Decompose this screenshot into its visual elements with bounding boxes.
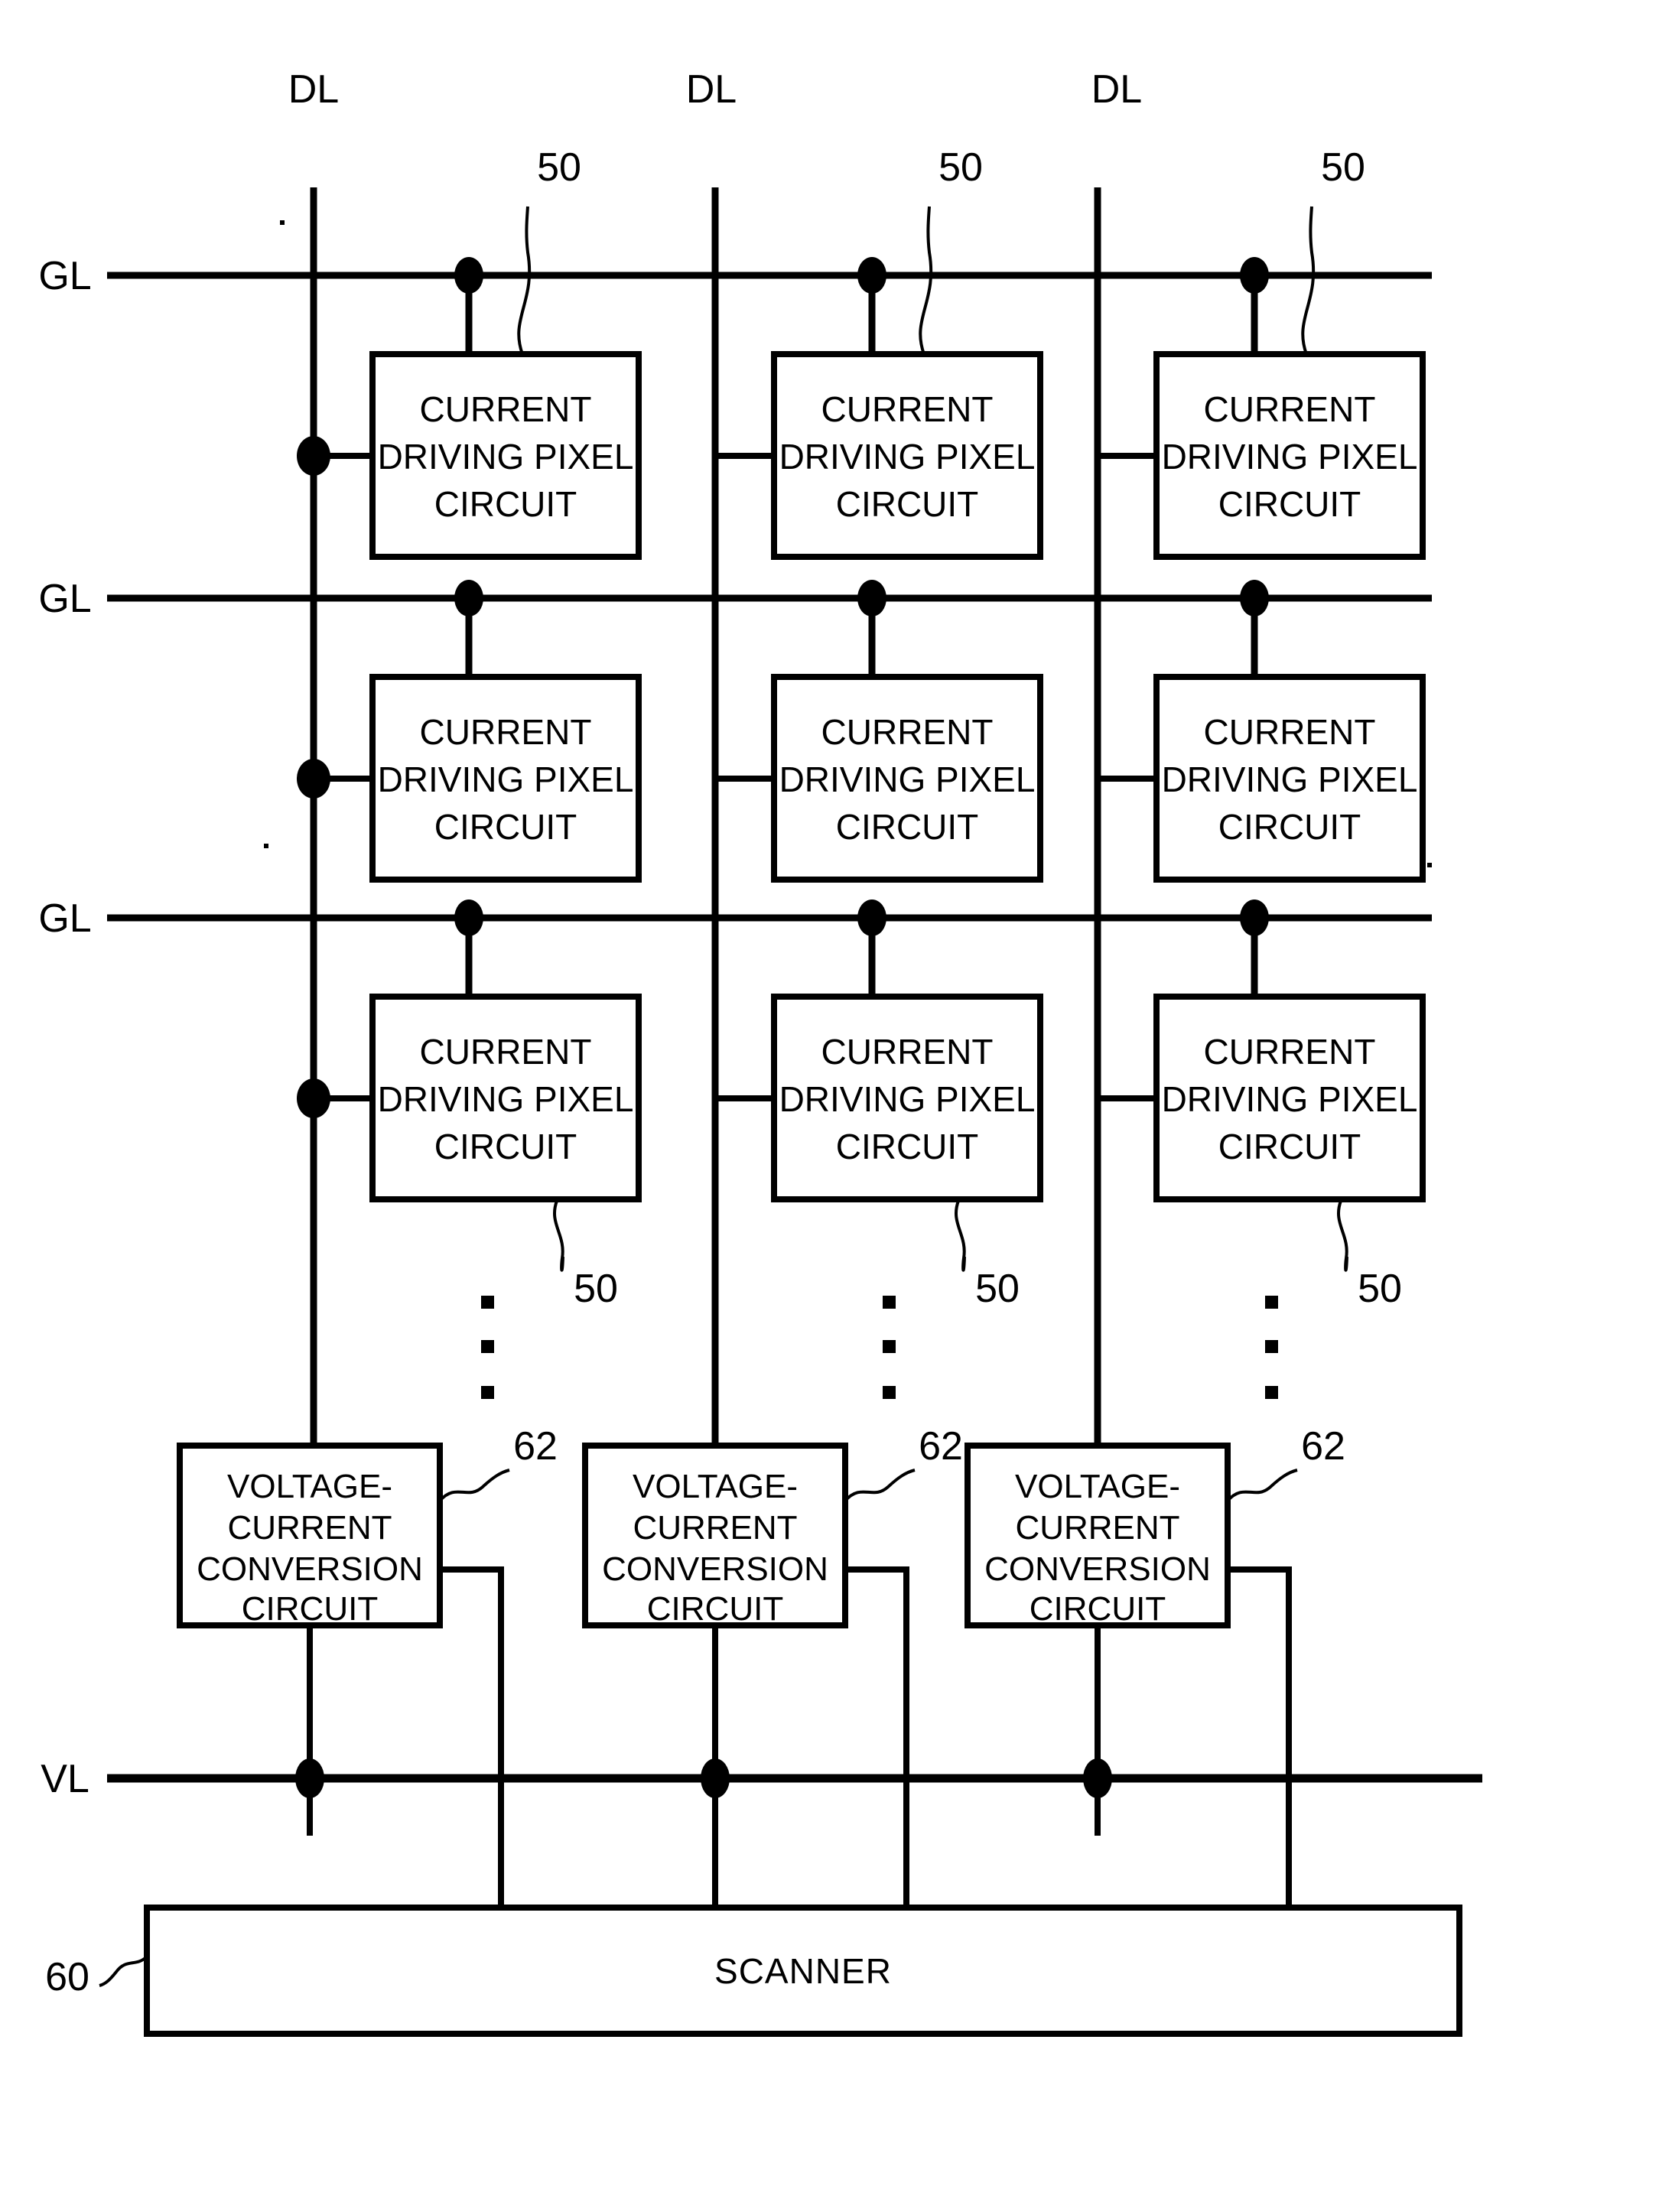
converter-line3: CONVERSION [197,1550,423,1588]
junction-dot-dl-r2-c0 [297,1078,330,1118]
junction-dot-gate-r1-c1 [857,580,886,616]
pixel-circuit-line3: CIRCUIT [1218,807,1361,847]
figure-canvas: DL DL DL GL GL GL CURRENT DRIVING PIXEL … [0,0,1672,2212]
junction-dot-gate-r0-c2 [1240,257,1269,294]
pixel-circuit-line3: CIRCUIT [434,807,577,847]
pixel-circuit-line1: CURRENT [420,389,592,429]
ref-label-62-c2: 62 [1301,1424,1345,1469]
ellipsis-dot-c2-3 [1265,1386,1278,1399]
pixel-circuit-line2: DRIVING PIXEL [779,760,1036,799]
pixel-circuit-r2-c0[interactable]: CURRENT DRIVING PIXEL CIRCUIT [369,994,642,1202]
junction-dot-gate-r2-c0 [454,899,483,936]
scan-artifact-dot-mid [264,844,268,848]
pixel-circuit-line2: DRIVING PIXEL [779,1079,1036,1119]
pixel-circuit-r2-c1[interactable]: CURRENT DRIVING PIXEL CIRCUIT [771,994,1043,1202]
scanner-label: SCANNER [714,1951,892,1991]
pixel-circuit-line3: CIRCUIT [836,484,979,524]
converter-line3: CONVERSION [602,1550,828,1588]
ref-label-50-r2-c2: 50 [1358,1267,1402,1311]
pixel-circuit-line1: CURRENT [821,1032,994,1072]
ref-label-50-r0-c1: 50 [938,145,983,190]
gl-label-row-0: GL [38,254,91,298]
pixel-circuit-line1: CURRENT [1204,1032,1376,1072]
ellipsis-dot-c1-3 [883,1386,896,1399]
dl-label-col-0: DL [288,67,339,112]
ellipsis-dot-c1-2 [883,1340,896,1353]
ellipsis-dot-c1-1 [883,1296,896,1309]
scan-artifact-dot-top [280,220,285,225]
circuit-diagram-svg: DL DL DL GL GL GL CURRENT DRIVING PIXEL … [0,0,1672,2212]
junction-dot-gate-r2-c2 [1240,899,1269,936]
pixel-circuit-line2: DRIVING PIXEL [1162,437,1418,477]
ref-label-62-c1: 62 [919,1424,963,1469]
pixel-circuit-r1-c2[interactable]: CURRENT DRIVING PIXEL CIRCUIT [1153,674,1426,883]
pixel-circuit-line3: CIRCUIT [434,484,577,524]
pixel-circuit-r0-c0[interactable]: CURRENT DRIVING PIXEL CIRCUIT [369,351,642,560]
pixel-circuit-line1: CURRENT [1204,712,1376,752]
converter-line4: CIRCUIT [647,1590,783,1628]
vl-label: VL [41,1757,89,1801]
pixel-circuit-line2: DRIVING PIXEL [779,437,1036,477]
converter-line3: CONVERSION [984,1550,1211,1588]
converter-line2: CURRENT [633,1509,797,1547]
pixel-circuit-r0-c2[interactable]: CURRENT DRIVING PIXEL CIRCUIT [1153,351,1426,560]
ref-label-50-r2-c0: 50 [574,1267,618,1311]
junction-dot-vl-c0 [295,1758,324,1798]
junction-dot-vl-c1 [701,1758,730,1798]
ref-label-60: 60 [45,1955,89,1999]
junction-dot-gate-r1-c2 [1240,580,1269,616]
dl-label-col-2: DL [1091,67,1142,112]
junction-dot-gate-r0-c0 [454,257,483,294]
pixel-circuit-r2-c2[interactable]: CURRENT DRIVING PIXEL CIRCUIT [1153,994,1426,1202]
pixel-circuit-line2: DRIVING PIXEL [378,1079,634,1119]
converter-line1: VOLTAGE- [1015,1468,1180,1505]
junction-dot-vl-c2 [1083,1758,1112,1798]
pixel-circuit-line2: DRIVING PIXEL [378,760,634,799]
voltage-current-converter-c0[interactable]: VOLTAGE- CURRENT CONVERSION CIRCUIT [177,1443,443,1628]
pixel-circuit-line1: CURRENT [821,389,994,429]
pixel-circuit-line3: CIRCUIT [836,1127,979,1166]
ref-label-62-c0: 62 [513,1424,558,1469]
ref-label-50-r0-c2: 50 [1321,145,1365,190]
voltage-current-converter-c1[interactable]: VOLTAGE- CURRENT CONVERSION CIRCUIT [582,1443,848,1628]
pixel-circuit-line2: DRIVING PIXEL [1162,1079,1418,1119]
pixel-circuit-line3: CIRCUIT [1218,484,1361,524]
pixel-circuit-line2: DRIVING PIXEL [1162,760,1418,799]
junction-dot-dl-r0-c0 [297,436,330,476]
converter-line1: VOLTAGE- [227,1468,392,1505]
pixel-circuit-line3: CIRCUIT [1218,1127,1361,1166]
junction-dot-gate-r0-c1 [857,257,886,294]
dl-label-col-1: DL [686,67,737,112]
gl-label-row-1: GL [38,577,91,621]
ellipsis-dot-c0-1 [481,1296,494,1309]
pixel-circuit-line1: CURRENT [420,1032,592,1072]
gl-label-row-2: GL [38,896,91,941]
converter-line4: CIRCUIT [1030,1590,1166,1628]
pixel-circuit-r1-c0[interactable]: CURRENT DRIVING PIXEL CIRCUIT [369,674,642,883]
pixel-circuit-line3: CIRCUIT [836,807,979,847]
converter-line2: CURRENT [1015,1509,1179,1547]
ref-label-50-r0-c0: 50 [537,145,581,190]
pixel-circuit-line3: CIRCUIT [434,1127,577,1166]
scan-artifact-dot-right [1427,863,1432,867]
pixel-circuit-line1: CURRENT [821,712,994,752]
voltage-current-converter-c2[interactable]: VOLTAGE- CURRENT CONVERSION CIRCUIT [964,1443,1231,1628]
pixel-circuit-r0-c1[interactable]: CURRENT DRIVING PIXEL CIRCUIT [771,351,1043,560]
junction-dot-dl-r1-c0 [297,759,330,799]
converter-line2: CURRENT [227,1509,392,1547]
junction-dot-gate-r1-c0 [454,580,483,616]
ref-label-50-r2-c1: 50 [975,1267,1020,1311]
ellipsis-dot-c2-2 [1265,1340,1278,1353]
junction-dot-gate-r2-c1 [857,899,886,936]
pixel-circuit-line1: CURRENT [1204,389,1376,429]
ellipsis-dot-c0-2 [481,1340,494,1353]
pixel-circuit-r1-c1[interactable]: CURRENT DRIVING PIXEL CIRCUIT [771,674,1043,883]
converter-line4: CIRCUIT [242,1590,378,1628]
ellipsis-dot-c2-1 [1265,1296,1278,1309]
scanner-block[interactable]: SCANNER [144,1905,1462,2037]
converter-line1: VOLTAGE- [633,1468,798,1505]
pixel-circuit-line2: DRIVING PIXEL [378,437,634,477]
pixel-circuit-line1: CURRENT [420,712,592,752]
ellipsis-dot-c0-3 [481,1386,494,1399]
